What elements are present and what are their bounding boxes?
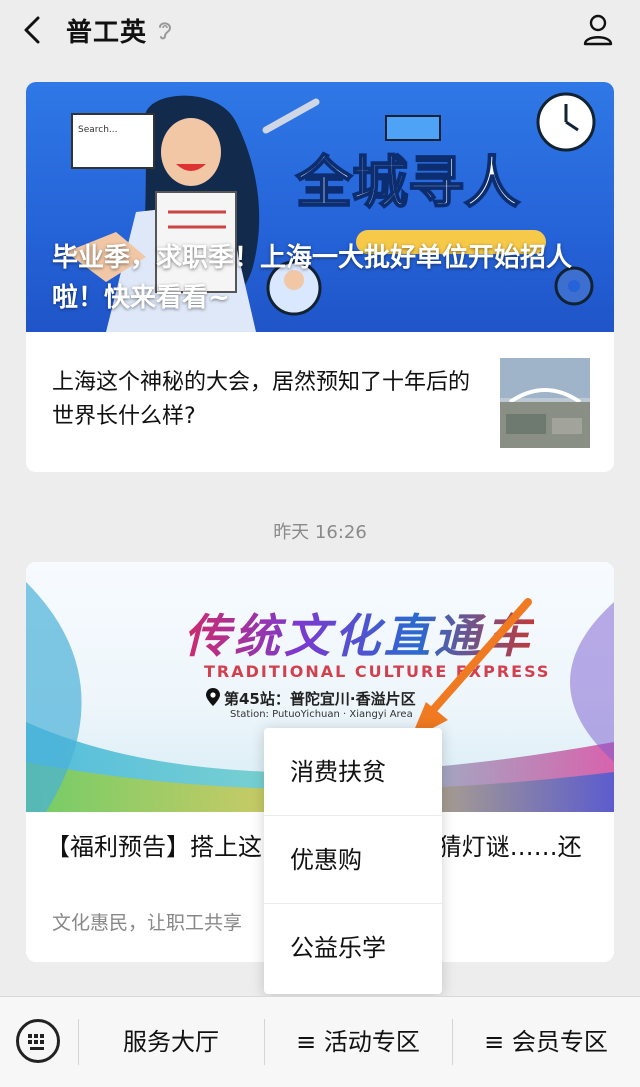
back-arrow-icon[interactable] — [20, 14, 46, 46]
sub-article-title: 上海这个神秘的大会，居然预知了十年后的世界长什么样? — [52, 370, 471, 429]
ear-icon — [159, 22, 172, 40]
article-banner-1[interactable]: Search... 全城寻人 毕业季，求职季！上海一大批好单位开始招人啦！快来看… — [26, 82, 614, 332]
article-1-headline: 毕业季，求职季！上海一大批好单位开始招人啦！快来看看~ — [52, 243, 573, 313]
menu-member-zone[interactable]: ≡ 会员专区 — [452, 997, 640, 1087]
svg-text:Search...: Search... — [78, 125, 118, 135]
station-label-en: Station: PutuoYichuan · Xiangyi Area — [230, 709, 413, 720]
menu-service-hall[interactable]: 服务大厅 — [78, 997, 264, 1087]
banner-headline: 全城寻人 — [295, 151, 520, 216]
stadium-thumbnail — [500, 358, 590, 448]
menu-activity-zone[interactable]: ≡ 活动专区 — [264, 997, 452, 1087]
account-title: 普工英 — [66, 18, 148, 48]
station-label: 第45站：普陀宜川·香溢片区 — [224, 690, 416, 708]
profile-icon[interactable] — [582, 12, 614, 46]
keyboard-icon[interactable] — [16, 1019, 60, 1063]
submenu-item-consumption[interactable]: 消费扶贫 — [264, 728, 442, 816]
location-pin-icon — [206, 688, 220, 706]
timestamp: 昨天 16:26 — [273, 522, 367, 543]
chat-header: 普工英 — [0, 0, 640, 62]
submenu-item-discount[interactable]: 优惠购 — [264, 816, 442, 904]
orange-arrow-icon — [410, 598, 532, 740]
article-card-1[interactable]: Search... 全城寻人 毕业季，求职季！上海一大批好单位开始招人啦！快来看… — [26, 82, 614, 472]
submenu-item-learning[interactable]: 公益乐学 — [264, 904, 442, 992]
bottom-menu-bar: 服务大厅 ≡ 活动专区 ≡ 会员专区 — [0, 996, 640, 1087]
submenu-popup: 消费扶贫 优惠购 公益乐学 — [264, 728, 442, 994]
article-2-summary: 文化惠民，让职工共享 — [52, 912, 243, 934]
sub-article-row[interactable]: 上海这个神秘的大会，居然预知了十年后的世界长什么样? — [26, 332, 614, 472]
